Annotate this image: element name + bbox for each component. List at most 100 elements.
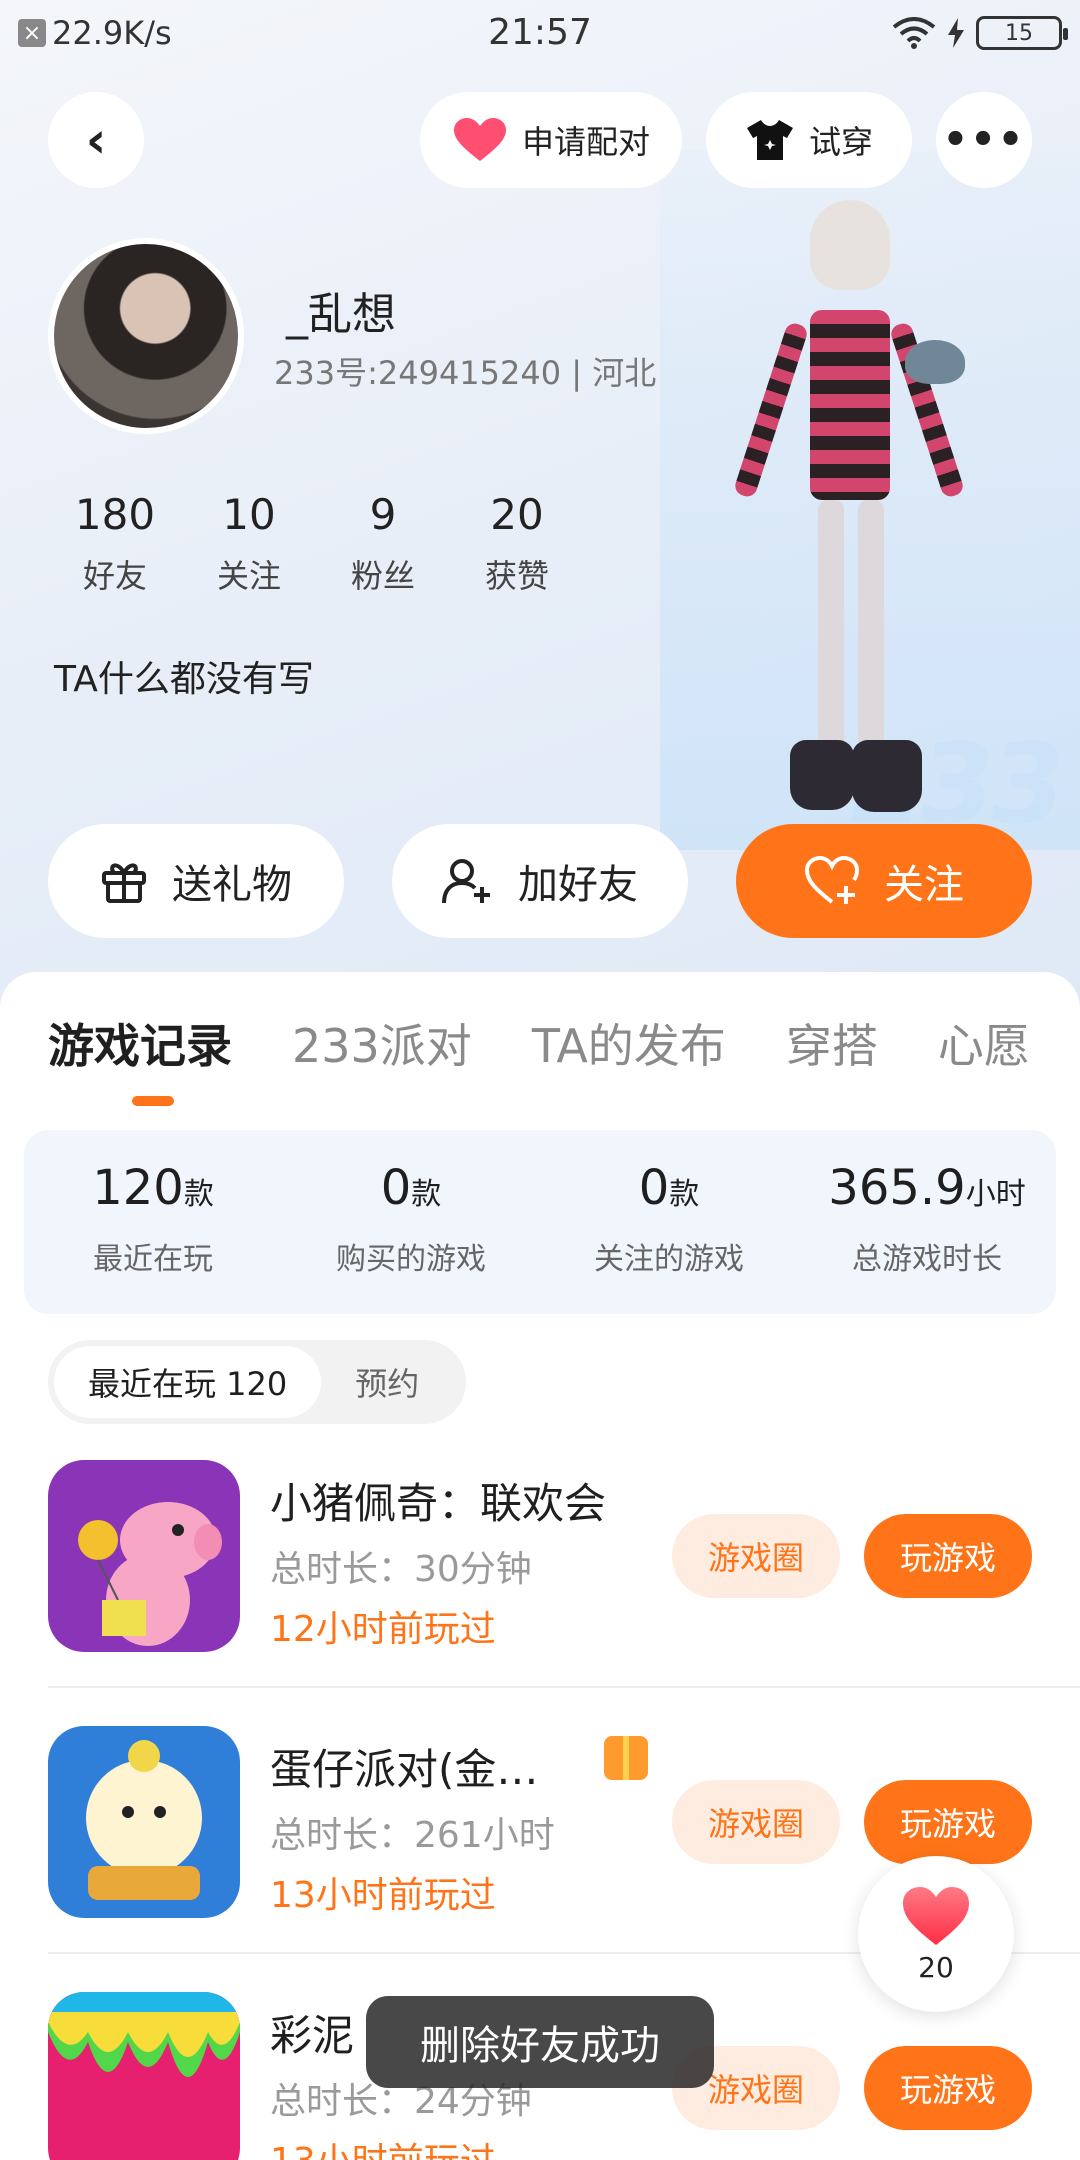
game-list-segment: 最近在玩 120 预约	[48, 1340, 466, 1424]
user-bio: TA什么都没有写	[54, 659, 314, 700]
stat-following-count: 10	[222, 490, 276, 539]
figure-head	[810, 200, 890, 290]
heart-plus-icon	[804, 856, 860, 904]
tab-outfits[interactable]: 穿搭	[786, 1010, 878, 1076]
status-bar: × 22.9K/s 21:57 15	[0, 0, 1080, 70]
game-circle-button[interactable]: 游戏圈	[672, 1780, 840, 1864]
game-summary: 120款 最近在玩 0款 购买的游戏 0款 关注的游戏 365.9小时 总游戏时…	[24, 1130, 1056, 1314]
user-id-location: 233号:249415240 | 河北	[274, 354, 657, 392]
stat-friends[interactable]: 180 好友	[48, 490, 182, 597]
tab-wishes[interactable]: 心愿	[938, 1010, 1030, 1076]
try-on-button[interactable]: 试穿	[706, 92, 912, 188]
play-game-button[interactable]: 玩游戏	[864, 1514, 1032, 1598]
more-icon: •••	[942, 117, 1026, 163]
list-item[interactable]: 小猪佩奇：联欢会 总时长：30分钟 12小时前玩过 游戏圈 玩游戏	[48, 1460, 1080, 1660]
stat-fans-label: 粉丝	[350, 557, 415, 595]
battery-level: 15	[1005, 20, 1033, 46]
profile-stats: 180 好友 10 关注 9 粉丝 20 获赞	[48, 490, 584, 597]
like-count: 20	[918, 1950, 954, 1984]
summary-total-time[interactable]: 365.9小时 总游戏时长	[798, 1130, 1056, 1314]
figure-arm-left	[732, 321, 810, 499]
wifi-icon	[892, 17, 936, 49]
active-tab-indicator	[132, 1096, 174, 1106]
stat-fans-count: 9	[369, 490, 397, 539]
tab-233-party[interactable]: 233派对	[292, 1010, 472, 1076]
tshirt-icon	[746, 120, 793, 160]
toast-message: 删除好友成功	[366, 1996, 714, 2088]
tab-game-records[interactable]: 游戏记录	[48, 1010, 232, 1076]
avatar-character-figure[interactable]	[732, 200, 966, 820]
summary-purchased[interactable]: 0款 购买的游戏	[282, 1130, 540, 1314]
add-user-icon	[442, 859, 490, 904]
summary-value: 365.9	[828, 1160, 966, 1216]
user-name: _乱想	[286, 289, 396, 340]
gift-icon	[102, 863, 146, 903]
list-divider	[48, 1686, 1080, 1688]
add-friend-button[interactable]: 加好友	[392, 824, 688, 938]
game-title: 彩泥	[270, 2011, 355, 2060]
game-last-played: 13小时前玩过	[270, 2132, 496, 2160]
send-gift-label: 送礼物	[172, 862, 292, 908]
request-pair-label: 申请配对	[521, 123, 650, 161]
tab-ta-posts[interactable]: TA的发布	[532, 1010, 726, 1076]
summary-value: 0	[638, 1160, 670, 1216]
gift-badge-icon	[604, 1736, 648, 1780]
game-title: 小猪佩奇：联欢会	[270, 1479, 607, 1528]
figure-leg-left	[818, 500, 844, 750]
game-duration: 总时长：30分钟	[270, 1549, 532, 1590]
stat-friends-label: 好友	[82, 557, 147, 595]
request-pair-button[interactable]: 申请配对	[420, 92, 682, 188]
game-circle-button[interactable]: 游戏圈	[672, 1514, 840, 1598]
play-game-button[interactable]: 玩游戏	[864, 1780, 1032, 1864]
figure-shoe-left	[790, 740, 854, 810]
summary-unit: 小时	[965, 1177, 1026, 1212]
summary-recent-played[interactable]: 120款 最近在玩	[24, 1130, 282, 1314]
try-on-label: 试穿	[808, 123, 873, 161]
game-last-played: 12小时前玩过	[270, 1609, 496, 1650]
chevron-left-icon: ‹	[85, 111, 107, 169]
figure-body	[810, 310, 890, 500]
game-icon-clay[interactable]	[48, 1992, 240, 2160]
heart-icon	[453, 118, 506, 161]
stat-following[interactable]: 10 关注	[182, 490, 316, 597]
send-gift-button[interactable]: 送礼物	[48, 824, 344, 938]
follow-button[interactable]: 关注	[736, 824, 1032, 938]
summary-unit: 款	[183, 1177, 214, 1212]
stat-likes-label: 获赞	[484, 557, 549, 595]
charging-icon	[948, 18, 964, 48]
stat-likes-count: 20	[490, 490, 544, 539]
summary-label: 总游戏时长	[852, 1242, 1002, 1277]
summary-value: 120	[92, 1160, 184, 1216]
summary-unit: 款	[411, 1177, 442, 1212]
game-title: 蛋仔派对(金…	[270, 1745, 539, 1794]
figure-shoe-right	[852, 740, 922, 812]
stat-friends-count: 180	[74, 490, 156, 539]
stat-following-label: 关注	[216, 557, 281, 595]
game-last-played: 13小时前玩过	[270, 1875, 496, 1916]
summary-value: 0	[380, 1160, 412, 1216]
more-options-button[interactable]: •••	[936, 92, 1032, 188]
game-duration: 总时长：261小时	[270, 1815, 555, 1856]
play-game-button[interactable]: 玩游戏	[864, 2046, 1032, 2130]
segment-recent[interactable]: 最近在玩 120	[54, 1346, 322, 1418]
heart-icon	[903, 1886, 969, 1945]
segment-reserve[interactable]: 预约	[321, 1346, 453, 1418]
follow-label: 关注	[884, 862, 964, 908]
profile-tabs: 游戏记录 233派对 TA的发布 穿搭 心愿	[48, 1010, 1030, 1076]
battery-indicator: 15	[976, 16, 1068, 50]
user-avatar[interactable]	[48, 238, 244, 434]
add-friend-label: 加好友	[518, 862, 638, 908]
floating-like-button[interactable]: 20	[858, 1856, 1014, 2012]
summary-label: 关注的游戏	[594, 1242, 744, 1277]
figure-leg-right	[858, 500, 884, 750]
back-button[interactable]: ‹	[48, 92, 144, 188]
stat-likes[interactable]: 20 获赞	[450, 490, 584, 597]
game-icon-eggy-party[interactable]	[48, 1726, 240, 1918]
stat-fans[interactable]: 9 粉丝	[316, 490, 450, 597]
summary-label: 购买的游戏	[336, 1242, 486, 1277]
summary-followed-games[interactable]: 0款 关注的游戏	[540, 1130, 798, 1314]
game-icon-peppa[interactable]	[48, 1460, 240, 1652]
summary-label: 最近在玩	[93, 1242, 213, 1277]
summary-unit: 款	[669, 1177, 700, 1212]
status-right: 15	[892, 16, 1068, 50]
